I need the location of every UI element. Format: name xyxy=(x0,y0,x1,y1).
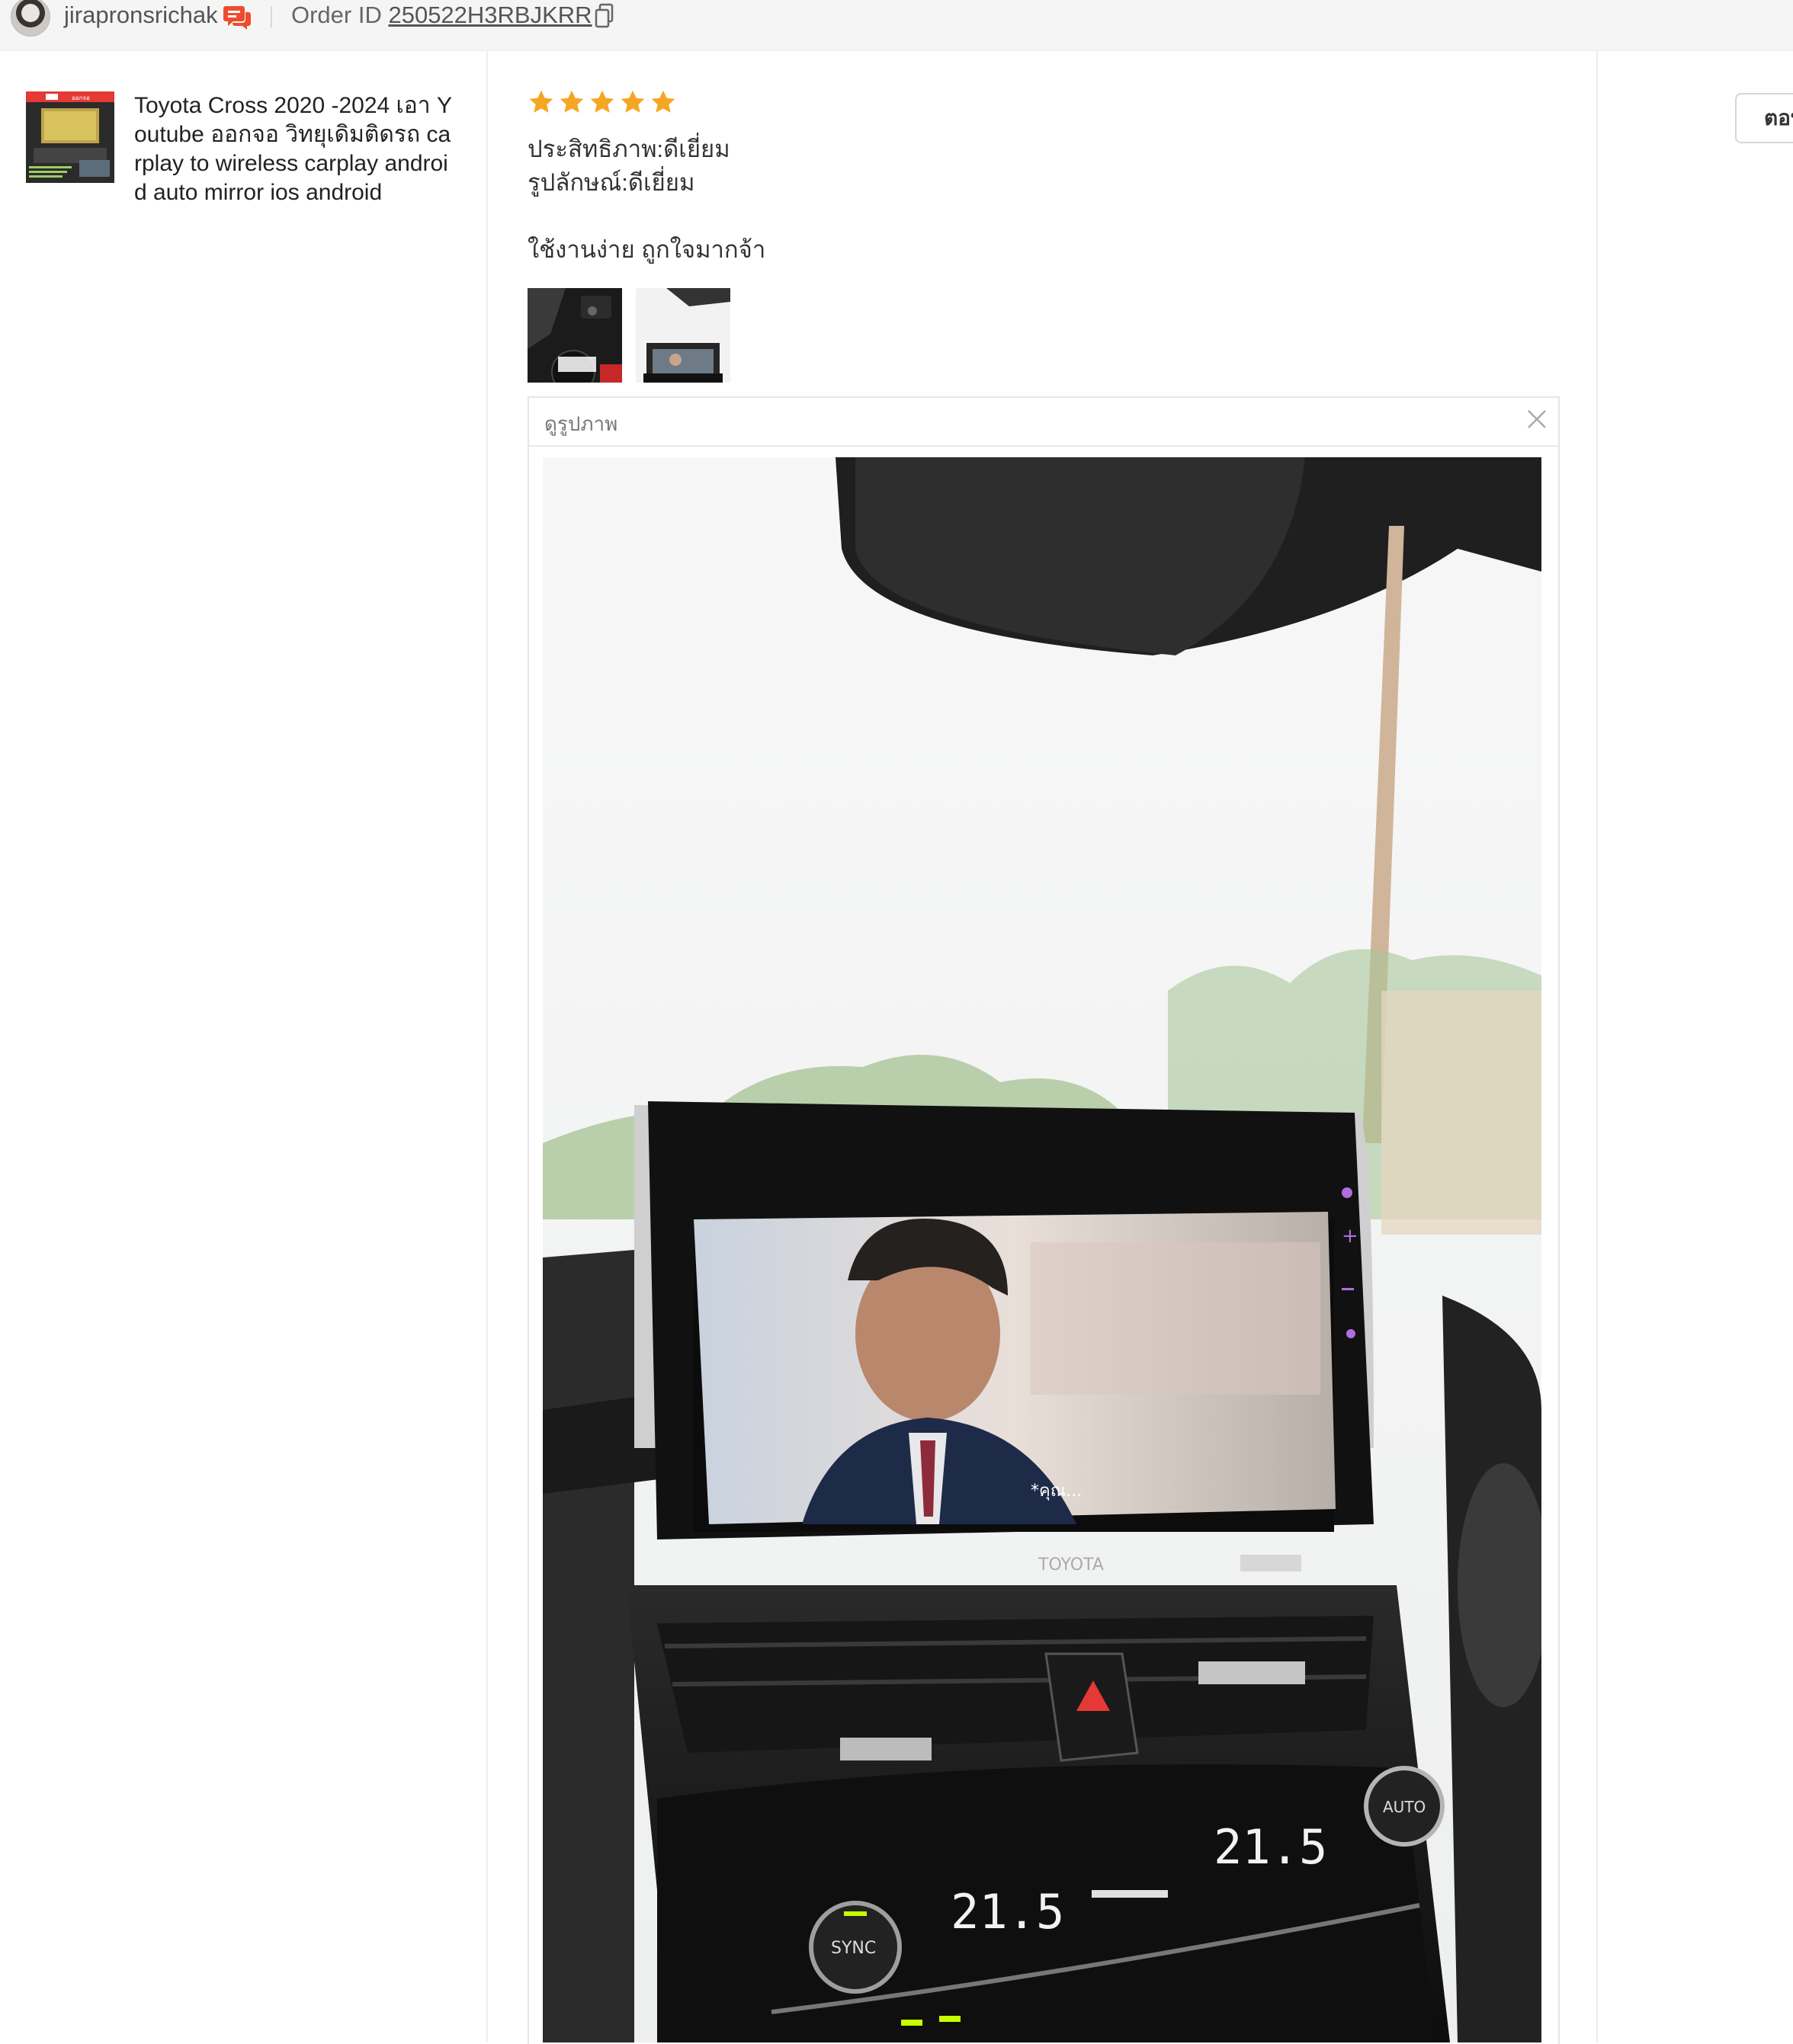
copy-icon[interactable] xyxy=(595,3,614,29)
star-icon xyxy=(560,90,584,113)
review-photo-large[interactable]: *คุณ... + TOYOTA SYNC AUTO 21.5 21.5 xyxy=(543,457,1541,2042)
temperature-left: 21.5 xyxy=(951,1884,1064,1940)
image-viewer-header: ดูรูปภาพ xyxy=(529,398,1558,447)
order-id-prefix: Order ID xyxy=(291,2,389,28)
column-divider-right xyxy=(1596,50,1598,2042)
product-title[interactable]: Toyota Cross 2020 -2024 เอา Youtube ออกจ… xyxy=(134,91,454,207)
screen-brand: TOYOTA xyxy=(1038,1555,1104,1575)
username[interactable]: jirapronsrichak xyxy=(64,2,218,29)
review-image-thumb-1[interactable] xyxy=(528,288,622,383)
review-comment: ใช้งานง่าย ถูกใจมากจ้า xyxy=(528,236,766,263)
star-icon xyxy=(590,90,614,113)
header-divider xyxy=(271,6,272,27)
image-viewer-title: ดูรูปภาพ xyxy=(544,412,618,435)
review-performance: ประสิทธิภาพ:ดีเยี่ยม xyxy=(528,136,730,162)
close-icon[interactable] xyxy=(1526,408,1548,430)
sync-button: SYNC xyxy=(831,1939,876,1958)
chat-icon[interactable] xyxy=(223,3,252,30)
video-subtitle: *คุณ... xyxy=(1031,1482,1082,1501)
column-divider-left xyxy=(486,50,488,2042)
svg-text:+: + xyxy=(1342,1225,1358,1248)
star-icon xyxy=(621,90,645,113)
order-id-label: Order ID 250522H3RBJKRR xyxy=(291,2,592,29)
star-icon xyxy=(651,90,675,113)
star-icon xyxy=(529,90,553,113)
rating-stars xyxy=(528,88,677,119)
user-avatar[interactable] xyxy=(11,0,50,37)
temperature-right: 21.5 xyxy=(1214,1819,1327,1875)
order-header: jirapronsrichak Order ID 250522H3RBJKRR xyxy=(0,0,1793,51)
product-thumb-caption: ออกจอ xyxy=(72,95,90,101)
product-thumbnail[interactable]: ออกจอ xyxy=(26,91,114,183)
review-appearance: รูปลักษณ์:ดีเยี่ยม xyxy=(528,169,695,196)
order-id-link[interactable]: 250522H3RBJKRR xyxy=(388,2,592,28)
reply-button[interactable]: ตอบ xyxy=(1735,93,1793,143)
review-image-thumb-2[interactable] xyxy=(636,288,730,383)
auto-button: AUTO xyxy=(1383,1798,1426,1816)
